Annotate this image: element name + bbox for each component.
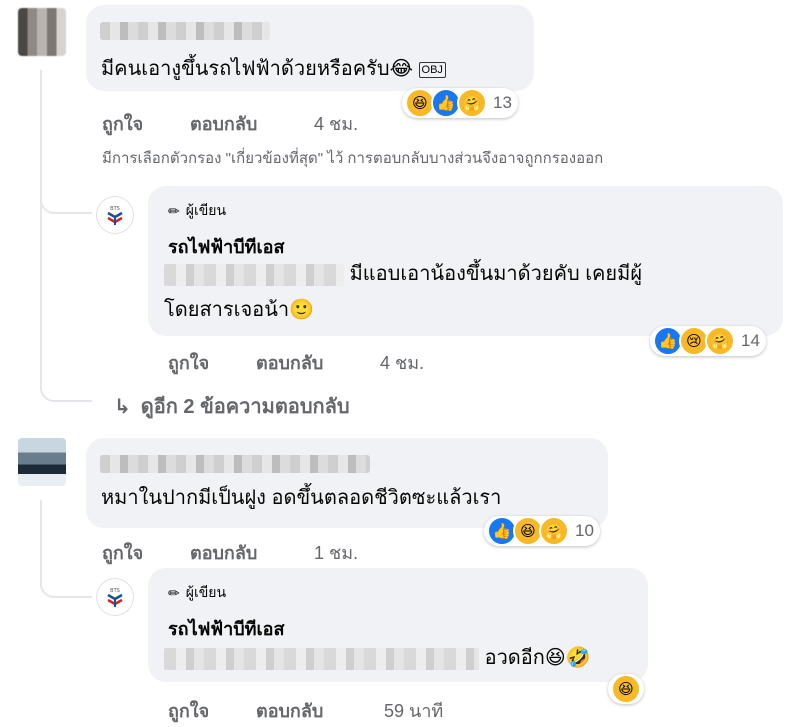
svg-text:BTS: BTS: [110, 206, 120, 212]
reply-text: อวดอีก😆🤣: [164, 645, 591, 671]
reply-button[interactable]: ตอบกลับ: [190, 538, 257, 567]
thread-line: [40, 70, 42, 390]
author-name[interactable]: รถไฟฟ้าบีทีเอส: [168, 614, 284, 643]
comment-bubble: [86, 438, 608, 528]
thread-connector: [40, 170, 92, 214]
avatar[interactable]: [18, 438, 66, 486]
bts-logo-icon: BTS: [107, 588, 123, 607]
reply-button[interactable]: ตอบกลับ: [256, 696, 323, 725]
like-button[interactable]: ถูกใจ: [168, 348, 209, 377]
care-emoji: 🤗: [705, 326, 735, 356]
reaction-summary[interactable]: 👍 😢 🤗 14: [650, 326, 766, 356]
commenter-name[interactable]: [100, 22, 270, 40]
pencil-icon: ✏: [168, 584, 180, 601]
timestamp[interactable]: 4 ชม.: [314, 109, 358, 138]
reaction-summary[interactable]: 😆: [608, 674, 644, 704]
thread-connector: [40, 360, 92, 402]
view-more-replies[interactable]: ↳ ดูอีก 2 ข้อความตอบกลับ: [114, 390, 350, 422]
reply-arrow-icon: ↳: [114, 395, 131, 418]
bts-avatar[interactable]: BTS: [96, 196, 134, 234]
timestamp[interactable]: 4 ชม.: [380, 348, 424, 377]
reply-button[interactable]: ตอบกลับ: [190, 109, 257, 138]
reaction-summary[interactable]: 👍 😆 🤗 10: [484, 516, 600, 546]
haha-emoji: 😆: [611, 674, 641, 704]
timestamp[interactable]: 1 ชม.: [314, 538, 358, 567]
timestamp[interactable]: 59 นาที: [384, 696, 443, 725]
author-badge: ✏ ผู้เขียน: [168, 584, 227, 601]
like-button[interactable]: ถูกใจ: [168, 696, 209, 725]
reaction-count: 14: [741, 331, 760, 350]
bts-logo-icon: BTS: [107, 206, 123, 225]
author-badge: ✏ ผู้เขียน: [168, 202, 227, 219]
filter-note: มีการเลือกตัวกรอง "เกี่ยวข้องที่สุด" ไว้…: [102, 150, 604, 167]
care-emoji: 🤗: [539, 516, 569, 546]
comment-text: หมาในปากมีเป็นฝูง อดขึ้นตลอดชีวิตซะแล้วเ…: [101, 487, 502, 509]
thread-connector: [40, 560, 92, 598]
bts-avatar[interactable]: BTS: [96, 578, 134, 616]
like-button[interactable]: ถูกใจ: [102, 109, 143, 138]
care-emoji: 🤗: [457, 88, 487, 118]
reaction-summary[interactable]: 😆 👍 🤗 13: [402, 88, 518, 118]
comment-text: มีคนเอางูขึ้นรถไฟฟ้าด้วยหรือครับ😂 OBJ: [101, 56, 446, 82]
avatar[interactable]: [18, 8, 66, 56]
svg-text:BTS: BTS: [110, 588, 120, 594]
commenter-name[interactable]: [100, 455, 370, 473]
reaction-count: 10: [575, 521, 594, 540]
pencil-icon: ✏: [168, 202, 180, 219]
reaction-count: 13: [493, 93, 512, 112]
reply-text-line2: โดยสารเจอน้า🙂: [164, 299, 314, 321]
tagged-user-redacted[interactable]: [164, 647, 479, 670]
like-button[interactable]: ถูกใจ: [102, 538, 143, 567]
obj-placeholder: OBJ: [418, 61, 446, 78]
reply-button[interactable]: ตอบกลับ: [256, 348, 323, 377]
tagged-user-redacted[interactable]: [164, 263, 344, 286]
reply-text: มีแอบเอาน้องขึ้นมาด้วยคับ เคยมีผู้: [164, 261, 642, 287]
author-name[interactable]: รถไฟฟ้าบีทีเอส: [168, 232, 284, 261]
